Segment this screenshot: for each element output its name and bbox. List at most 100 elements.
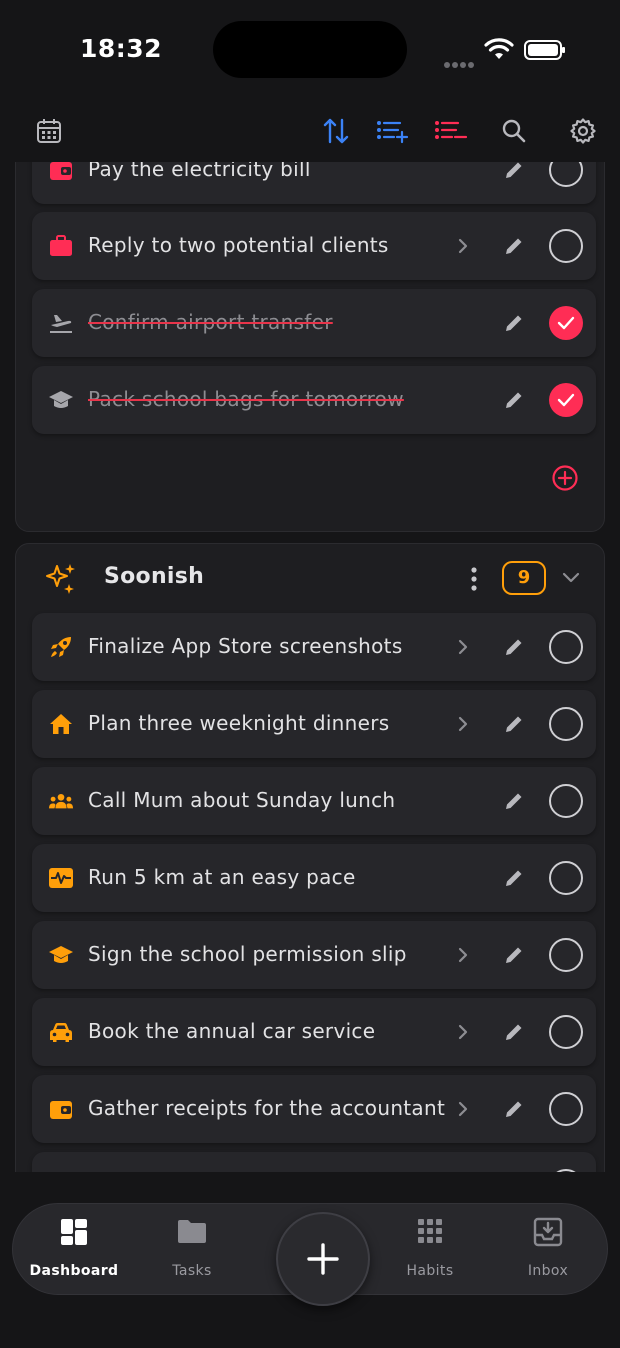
task-count-badge: 9 [502,561,546,595]
bottom-navigation: Dashboard Tasks Habits Inbox [0,1172,620,1348]
sort-icon[interactable] [319,114,353,148]
tab-label: Habits [406,1263,454,1279]
calendar-icon[interactable] [32,114,66,148]
tab-label: Inbox [527,1263,569,1279]
task-label: Plan three weeknight dinners [88,711,390,735]
school-icon [48,942,74,968]
section-title: Soonish [104,564,205,589]
add-button[interactable] [276,1212,370,1306]
task-label: Pack school bags for tomorrow [88,387,404,411]
plane-icon [48,310,74,336]
folder-icon [178,1220,206,1243]
people-icon [48,788,74,814]
chevron-down-icon[interactable] [561,570,581,586]
edit-icon[interactable] [502,866,526,890]
task-row[interactable]: Call Mum about Sunday lunch [32,767,596,835]
task-row[interactable]: Confirm airport transfer [32,289,596,357]
checkmark-icon [557,393,575,407]
plus-icon [307,1243,339,1275]
task-label: Gather receipts for the accountant [88,1096,446,1120]
task-label: Reply to two potential clients [88,233,389,257]
task-label: Pay the electricity bill [88,162,311,181]
status-time: 18:32 [80,34,163,63]
complete-checkbox[interactable] [549,938,583,972]
top-toolbar [0,100,620,162]
edit-icon[interactable] [502,234,526,258]
sparkles-icon [46,564,75,594]
edit-icon[interactable] [502,943,526,967]
tab-label: Dashboard [29,1263,119,1279]
task-row[interactable] [32,1152,596,1172]
edit-icon[interactable] [502,311,526,335]
task-row[interactable]: Pay the electricity bill [32,162,596,204]
add-task-icon[interactable] [551,464,579,492]
briefcase-icon [48,233,74,259]
task-label: Call Mum about Sunday lunch [88,788,396,812]
chevron-right-icon[interactable] [456,713,470,735]
search-icon[interactable] [497,114,531,148]
rocket-icon [48,634,74,660]
dynamic-island [213,21,407,78]
checkmark-icon [557,316,575,330]
complete-checkbox[interactable] [549,861,583,895]
wallet-icon [48,1096,74,1122]
task-row[interactable]: Pack school bags for tomorrow [32,366,596,434]
car-icon [48,1019,74,1045]
complete-checkbox[interactable] [549,1015,583,1049]
tab-inbox[interactable]: Inbox [489,1204,607,1296]
chevron-right-icon[interactable] [456,235,470,257]
wallet-icon [48,162,74,183]
complete-checkbox[interactable] [549,630,583,664]
grid-icon [418,1219,442,1243]
edit-icon[interactable] [502,1020,526,1044]
edit-icon[interactable] [502,712,526,736]
task-label: Finalize App Store screenshots [88,634,403,658]
tab-habits[interactable]: Habits [371,1204,489,1296]
inbox-icon [533,1217,563,1247]
home-icon [48,711,74,737]
edit-icon[interactable] [502,789,526,813]
more-options-icon[interactable] [468,564,480,594]
complete-checkbox[interactable] [549,784,583,818]
task-row[interactable]: Gather receipts for the accountant [32,1075,596,1143]
tab-label: Tasks [172,1263,212,1279]
complete-checkbox[interactable] [549,162,583,187]
task-label: Run 5 km at an easy pace [88,865,356,889]
battery-icon [524,40,565,60]
chevron-right-icon[interactable] [456,1021,470,1043]
chevron-right-icon[interactable] [456,1098,470,1120]
wifi-icon [484,38,514,59]
edit-icon[interactable] [502,162,526,182]
tab-bar: Dashboard Tasks Habits Inbox [12,1203,608,1306]
edit-icon[interactable] [502,635,526,659]
remove-list-icon[interactable] [434,114,468,148]
task-row[interactable]: Run 5 km at an easy pace [32,844,596,912]
task-label: Sign the school permission slip [88,942,407,966]
signal-icon [444,53,476,72]
edit-icon[interactable] [502,1097,526,1121]
complete-checkbox[interactable] [549,1092,583,1126]
task-row[interactable]: Sign the school permission slip [32,921,596,989]
task-label: Book the annual car service [88,1019,376,1043]
gear-icon[interactable] [566,114,600,148]
dashboard-scroll[interactable]: Pay the electricity bill Reply to two po… [0,162,620,1172]
completed-checkbox[interactable] [549,306,583,340]
completed-checkbox[interactable] [549,383,583,417]
task-row[interactable]: Reply to two potential clients [32,212,596,280]
dashboard-icon [61,1219,87,1245]
chevron-right-icon[interactable] [456,636,470,658]
task-row[interactable]: Plan three weeknight dinners [32,690,596,758]
tab-tasks[interactable]: Tasks [133,1204,251,1296]
complete-checkbox[interactable] [549,229,583,263]
edit-icon[interactable] [502,388,526,412]
task-row[interactable]: Book the annual car service [32,998,596,1066]
task-row[interactable]: Finalize App Store screenshots [32,613,596,681]
school-icon [48,387,74,413]
complete-checkbox[interactable] [549,707,583,741]
tab-dashboard[interactable]: Dashboard [15,1204,133,1296]
add-list-icon[interactable] [376,114,410,148]
heartbeat-icon [48,865,74,891]
chevron-right-icon[interactable] [456,944,470,966]
status-bar: 18:32 [0,0,620,100]
task-label: Confirm airport transfer [88,310,333,334]
